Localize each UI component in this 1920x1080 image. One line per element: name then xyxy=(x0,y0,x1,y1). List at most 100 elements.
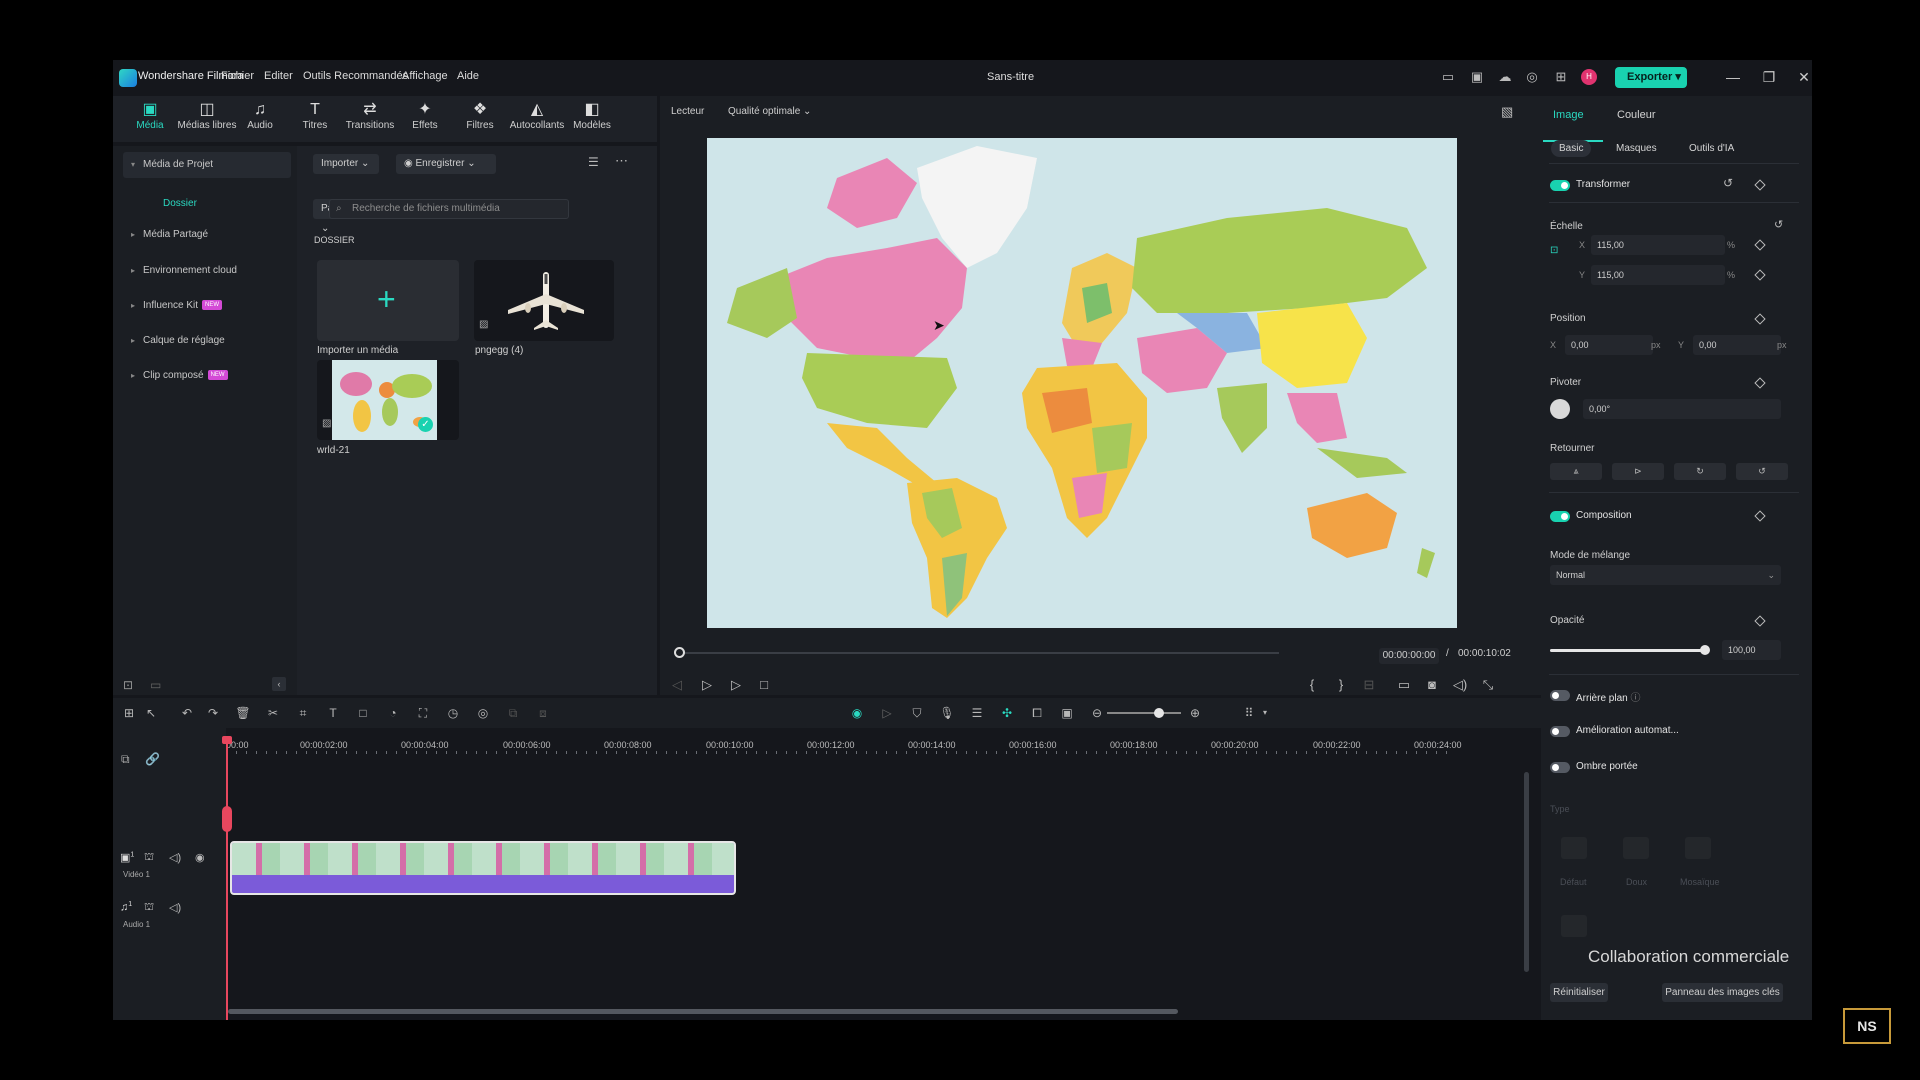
sidebar-item-shared-media[interactable]: ▸ Média Partagé xyxy=(123,222,291,248)
timeline-vertical-scrollbar[interactable] xyxy=(1524,772,1529,972)
support-icon[interactable]: ◎ xyxy=(1524,69,1540,85)
drop-shadow-toggle[interactable] xyxy=(1550,762,1570,773)
tab-titles[interactable]: T Titres xyxy=(285,100,345,140)
composition-toggle[interactable] xyxy=(1550,511,1570,522)
crop-icon[interactable]: ⌗ xyxy=(295,705,311,721)
play-frame-icon[interactable]: ▷ xyxy=(699,677,715,693)
blend-mode-dropdown[interactable]: Normal ⌄ xyxy=(1550,565,1781,585)
opacity-field[interactable]: 100,00 xyxy=(1722,640,1781,660)
add-track-icon[interactable]: ⧉ xyxy=(121,752,130,767)
close-icon[interactable]: ✕ xyxy=(1794,68,1812,86)
shape-icon[interactable]: □ xyxy=(355,705,371,721)
position-y-field[interactable]: 0,00 xyxy=(1693,335,1781,355)
tab-media[interactable]: ▣ Média xyxy=(120,100,180,140)
snapshot-view-icon[interactable]: ▧ xyxy=(1501,104,1513,120)
tab-free-media[interactable]: ◫ Médias libres xyxy=(177,100,237,140)
snap-icon[interactable]: ✣ xyxy=(999,705,1015,721)
layout-grid-icon[interactable]: ⊞ xyxy=(121,705,137,721)
import-media-tile[interactable]: + xyxy=(317,260,459,341)
pip-icon[interactable]: ⧠ xyxy=(1029,705,1045,721)
timeline-horizontal-scrollbar[interactable] xyxy=(228,1009,1178,1014)
import-button[interactable]: Importer ⌄ xyxy=(313,154,379,174)
reset-icon[interactable]: ↺ xyxy=(1774,218,1783,231)
ai-icon[interactable]: ⛶ xyxy=(415,705,431,721)
ungroup-icon[interactable]: ⧈ xyxy=(535,705,551,721)
opacity-slider-knob[interactable] xyxy=(1700,645,1710,655)
text-tool-icon[interactable]: T xyxy=(325,705,341,721)
save-icon[interactable]: ▣ xyxy=(1469,69,1485,85)
sidebar-item-compound-clip[interactable]: ▸ Clip composé NEW xyxy=(123,363,291,389)
color-icon[interactable]: ◔ xyxy=(385,705,401,721)
position-x-field[interactable]: 0,00 xyxy=(1565,335,1653,355)
link-icon[interactable]: 🔗 xyxy=(145,752,160,766)
subtab-ai-tools[interactable]: Outils d'IA xyxy=(1689,143,1734,154)
rotate-field[interactable]: 0,00° xyxy=(1583,399,1781,419)
tab-templates[interactable]: ◧ Modèles xyxy=(562,100,622,140)
export-button[interactable]: Exporter ▾ xyxy=(1615,67,1687,88)
playhead-marker[interactable] xyxy=(222,736,232,744)
list-icon[interactable]: ☰ xyxy=(969,705,985,721)
playback-progress-knob[interactable] xyxy=(674,647,685,658)
tab-image[interactable]: Image xyxy=(1553,109,1584,121)
tab-color[interactable]: Couleur xyxy=(1617,109,1656,121)
zoom-in-icon[interactable]: ⊕ xyxy=(1187,705,1203,721)
timeline-ruler[interactable]: 00:00 00:00:02:00 00:00:04:00 00:00:06:0… xyxy=(226,740,1462,754)
mute-icon[interactable]: ◁) xyxy=(169,851,181,864)
play-icon[interactable]: ▷ xyxy=(728,677,744,693)
speed-icon[interactable]: ◷ xyxy=(445,705,461,721)
filter-list-icon[interactable]: ☰ xyxy=(588,155,599,169)
layout-options-icon[interactable]: ⠿ xyxy=(1241,705,1257,721)
new-folder-icon[interactable]: ⊡ xyxy=(123,678,133,692)
redo-icon[interactable]: ↷ xyxy=(205,705,221,721)
microphone-icon[interactable]: 🎙 xyxy=(939,705,955,721)
tab-filters[interactable]: ❖ Filtres xyxy=(450,100,510,140)
collapse-panel-icon[interactable]: ‹ xyxy=(272,677,286,691)
menu-aide[interactable]: Aide xyxy=(457,70,479,82)
mark-in-icon[interactable]: { xyxy=(1304,677,1320,692)
menu-outils[interactable]: Outils Recommandés xyxy=(303,70,408,82)
lock-ratio-icon[interactable]: ⊡ xyxy=(1550,245,1558,256)
zoom-slider-knob[interactable] xyxy=(1154,708,1164,718)
select-tool-icon[interactable]: ↖ xyxy=(143,705,159,721)
menu-affichage[interactable]: Affichage xyxy=(402,70,448,82)
insert-icon[interactable]: ⊟ xyxy=(1361,677,1377,693)
media-search-input[interactable]: ⌕ Recherche de fichiers multimédia xyxy=(329,199,569,219)
quality-dropdown[interactable]: Qualité optimale ⌄ xyxy=(728,106,811,117)
layout-icon[interactable]: ▭ xyxy=(1440,69,1456,85)
undo-icon[interactable]: ↶ xyxy=(179,705,195,721)
subtab-basic[interactable]: Basic xyxy=(1551,140,1592,157)
shield-icon[interactable]: ⛉ xyxy=(909,705,925,721)
zoom-out-icon[interactable]: ⊖ xyxy=(1089,705,1105,721)
scale-y-field[interactable]: 115,00 xyxy=(1591,265,1725,285)
folder-icon[interactable]: ▭ xyxy=(150,678,161,692)
fullscreen-icon[interactable]: ⤡ xyxy=(1480,677,1496,693)
restore-icon[interactable]: ❐ xyxy=(1759,68,1779,86)
stop-icon[interactable]: □ xyxy=(756,677,772,692)
play-preview-icon[interactable]: ▷ xyxy=(879,705,895,721)
split-icon[interactable]: ✂ xyxy=(265,705,281,721)
sidebar-item-adjustment-layer[interactable]: ▸ Calque de réglage xyxy=(123,328,291,354)
reset-button[interactable]: Réinitialiser xyxy=(1550,983,1608,1002)
record-button[interactable]: ◉ Enregistrer ⌄ xyxy=(396,154,496,174)
caption-icon[interactable]: ▣ xyxy=(1059,705,1075,721)
previous-frame-icon[interactable]: ◁ xyxy=(669,677,685,693)
reset-icon[interactable]: ↺ xyxy=(1723,176,1733,190)
volume-icon[interactable]: ◁) xyxy=(1452,677,1468,693)
help-icon[interactable]: ⓘ xyxy=(1630,693,1640,704)
menu-fichier[interactable]: Fichier xyxy=(221,70,254,82)
background-toggle[interactable] xyxy=(1550,690,1570,701)
folder-lock-icon[interactable]: ⛫ xyxy=(144,851,154,865)
folder-lock-icon[interactable]: ⛫ xyxy=(144,901,154,915)
sidebar-item-project-media[interactable]: ▾ Média de Projet xyxy=(123,152,291,178)
playhead[interactable] xyxy=(226,736,228,1020)
tab-effects[interactable]: ✦ Effets xyxy=(395,100,455,140)
flip-horizontal-button[interactable]: ⊳ xyxy=(1612,463,1664,480)
sidebar-item-influence-kit[interactable]: ▸ Influence Kit NEW xyxy=(123,293,291,319)
sidebar-item-folder[interactable]: Dossier xyxy=(163,198,197,209)
rotate-dial[interactable] xyxy=(1550,399,1570,419)
media-thumbnail-airplane[interactable]: ▨ xyxy=(474,260,614,341)
media-thumbnail-world-map[interactable]: ▨ ✓ xyxy=(317,360,459,440)
keyframe-panel-button[interactable]: Panneau des images clés xyxy=(1662,983,1783,1002)
stabilize-icon[interactable]: ◎ xyxy=(475,705,491,721)
rotate-right-button[interactable]: ↻ xyxy=(1674,463,1726,480)
